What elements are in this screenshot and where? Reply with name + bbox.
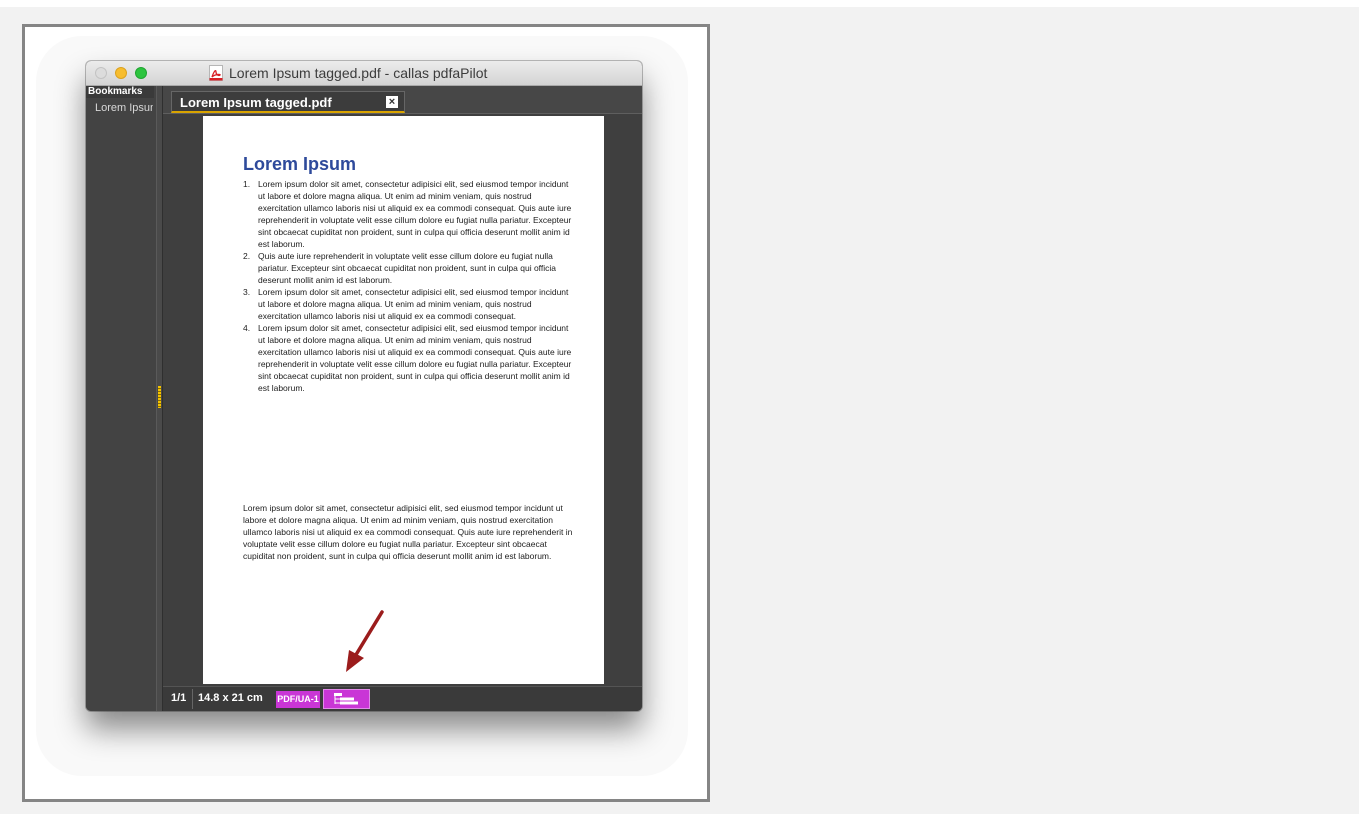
list-text: Lorem ipsum dolor sit amet, consectetur … <box>258 323 572 393</box>
window-title-group: Lorem Ipsum tagged.pdf - callas pdfaPilo… <box>209 65 487 81</box>
list-number: 4. <box>243 323 251 333</box>
list-number: 1. <box>243 179 251 189</box>
document-paragraph: Lorem ipsum dolor sit amet, consectetur … <box>243 503 573 561</box>
minimize-window-button[interactable] <box>115 67 127 79</box>
pdf-file-icon <box>209 65 223 81</box>
page-size: 14.8 x 21 cm <box>198 692 263 704</box>
red-arrow-icon <box>346 610 384 672</box>
list-number: 3. <box>243 287 251 297</box>
pdf-ua-badge[interactable]: PDF/UA-1 <box>276 691 320 708</box>
page-top-strip <box>0 0 1359 7</box>
zoom-window-button[interactable] <box>135 67 147 79</box>
bookmark-item[interactable]: Lorem Ipsum <box>95 102 153 114</box>
window-title: Lorem Ipsum tagged.pdf - callas pdfaPilo… <box>229 65 488 81</box>
bookmarks-panel: Bookmarks Lorem Ipsum <box>86 86 156 711</box>
document-tab-bar: Lorem Ipsum tagged.pdf × <box>163 86 642 114</box>
document-viewer[interactable]: Lorem Ipsum 1. Lorem ipsum dolor sit amet… <box>163 114 642 686</box>
list-number: 2. <box>243 251 251 261</box>
list-item: 4. Lorem ipsum dolor sit amet, consectetu… <box>243 322 575 394</box>
list-item: 3. Lorem ipsum dolor sit amet, consectetu… <box>243 286 575 322</box>
title-bar[interactable]: Lorem Ipsum tagged.pdf - callas pdfaPilo… <box>86 61 642 86</box>
pdf-page: Lorem Ipsum 1. Lorem ipsum dolor sit amet… <box>203 116 604 684</box>
bookmarks-title: Bookmarks <box>86 86 154 98</box>
splitter-grip-handle[interactable] <box>158 386 161 408</box>
status-bar: 1/1 14.8 x 21 cm PDF/UA-1 <box>163 686 642 711</box>
document-list: 1. Lorem ipsum dolor sit amet, consectetu… <box>243 178 575 394</box>
page-indicator: 1/1 <box>171 692 187 704</box>
close-window-button[interactable] <box>95 67 107 79</box>
structure-tree-button[interactable] <box>323 689 370 709</box>
list-text: Quis aute iure reprehenderit in voluptat… <box>258 251 557 285</box>
structure-tree-icon <box>334 693 358 705</box>
tab-close-icon[interactable]: × <box>386 96 398 108</box>
list-item: 1. Lorem ipsum dolor sit amet, consectetu… <box>243 178 575 250</box>
panel-splitter[interactable] <box>156 86 163 711</box>
status-divider <box>192 689 193 709</box>
document-heading: Lorem Ipsum <box>243 154 357 174</box>
tab-label: Lorem Ipsum tagged.pdf <box>180 95 332 110</box>
list-text: Lorem ipsum dolor sit amet, consectetur … <box>258 287 569 321</box>
list-item: 2. Quis aute iure reprehenderit in volupt… <box>243 250 575 286</box>
list-text: Lorem ipsum dolor sit amet, consectetur … <box>258 179 572 249</box>
tab-lorem-ipsum[interactable]: Lorem Ipsum tagged.pdf × <box>171 91 405 113</box>
